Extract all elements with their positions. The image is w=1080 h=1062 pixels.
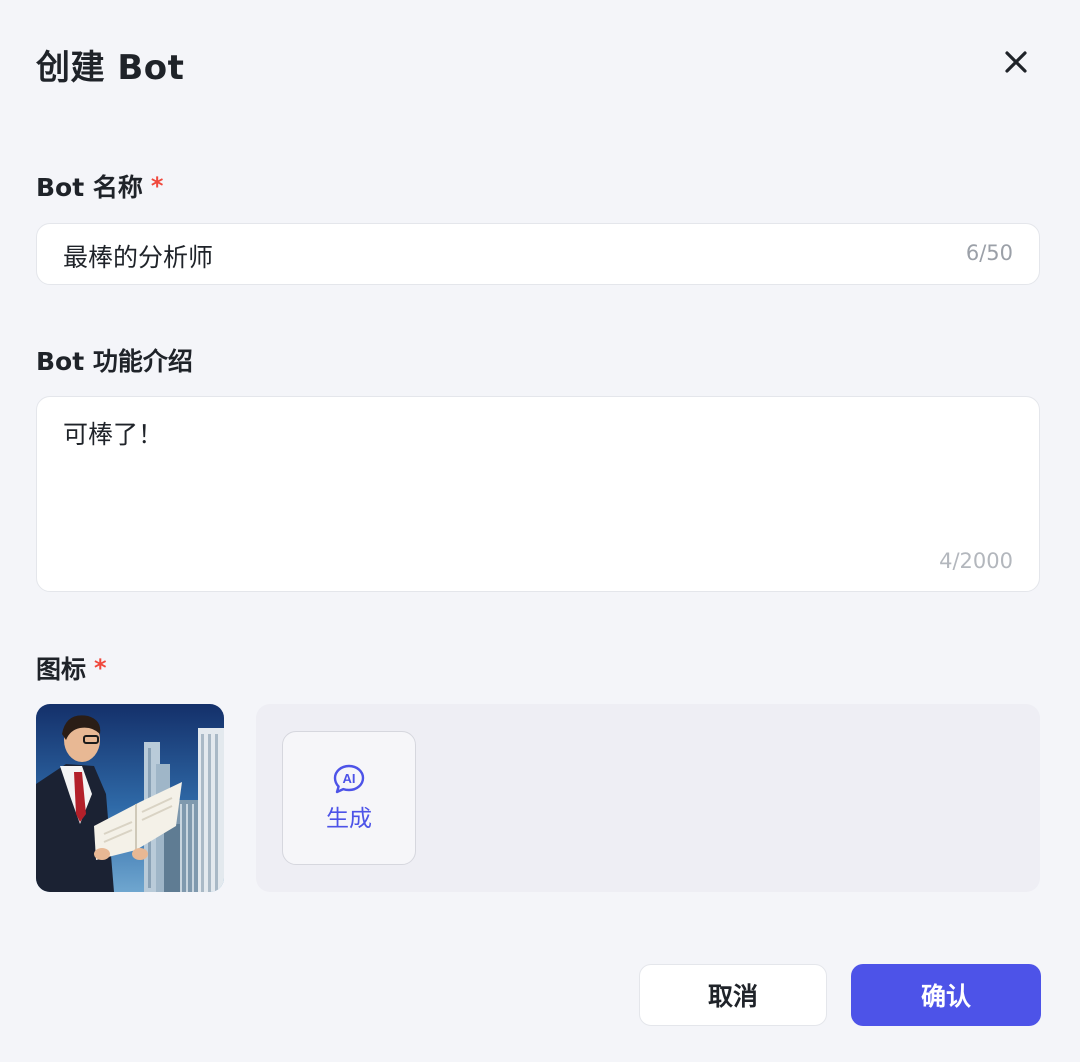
close-icon (1005, 51, 1027, 73)
bot-name-label-text: Bot 名称 (36, 173, 143, 202)
svg-text:AI: AI (343, 771, 356, 786)
icon-label: 图标 * (36, 650, 107, 686)
bot-description-counter: 4/2000 (939, 549, 1013, 573)
required-mark: * (150, 172, 164, 200)
cancel-button[interactable]: 取消 (639, 964, 827, 1026)
businessman-reading-document-image (36, 704, 224, 892)
confirm-button[interactable]: 确认 (851, 964, 1041, 1026)
bot-description-label-text: Bot 功能介绍 (36, 347, 193, 376)
icon-options-panel: AI 生成 (256, 704, 1040, 892)
dialog-title: 创建 Bot (36, 48, 185, 88)
bot-name-input[interactable]: 最棒的分析师 6/50 (36, 223, 1040, 285)
ai-generate-button[interactable]: AI 生成 (282, 731, 416, 865)
bot-description-label: Bot 功能介绍 (36, 342, 193, 378)
bot-description-value: 可棒了！ (63, 420, 164, 449)
bot-description-textarea[interactable]: 可棒了！ 4/2000 (36, 396, 1040, 592)
required-mark: * (94, 654, 107, 682)
close-button[interactable] (996, 42, 1036, 82)
bot-name-value: 最棒的分析师 (63, 243, 214, 272)
icon-label-text: 图标 (36, 655, 87, 684)
ai-generate-label: 生成 (326, 806, 372, 832)
create-bot-dialog: 创建 Bot Bot 名称 * 最棒的分析师 6/50 Bot 功能介绍 可棒了… (0, 0, 1080, 1062)
bot-icon-image[interactable] (36, 704, 224, 892)
bot-name-counter: 6/50 (965, 241, 1013, 265)
ai-chat-bubble-icon: AI (333, 764, 365, 794)
bot-name-label: Bot 名称 * (36, 168, 163, 204)
